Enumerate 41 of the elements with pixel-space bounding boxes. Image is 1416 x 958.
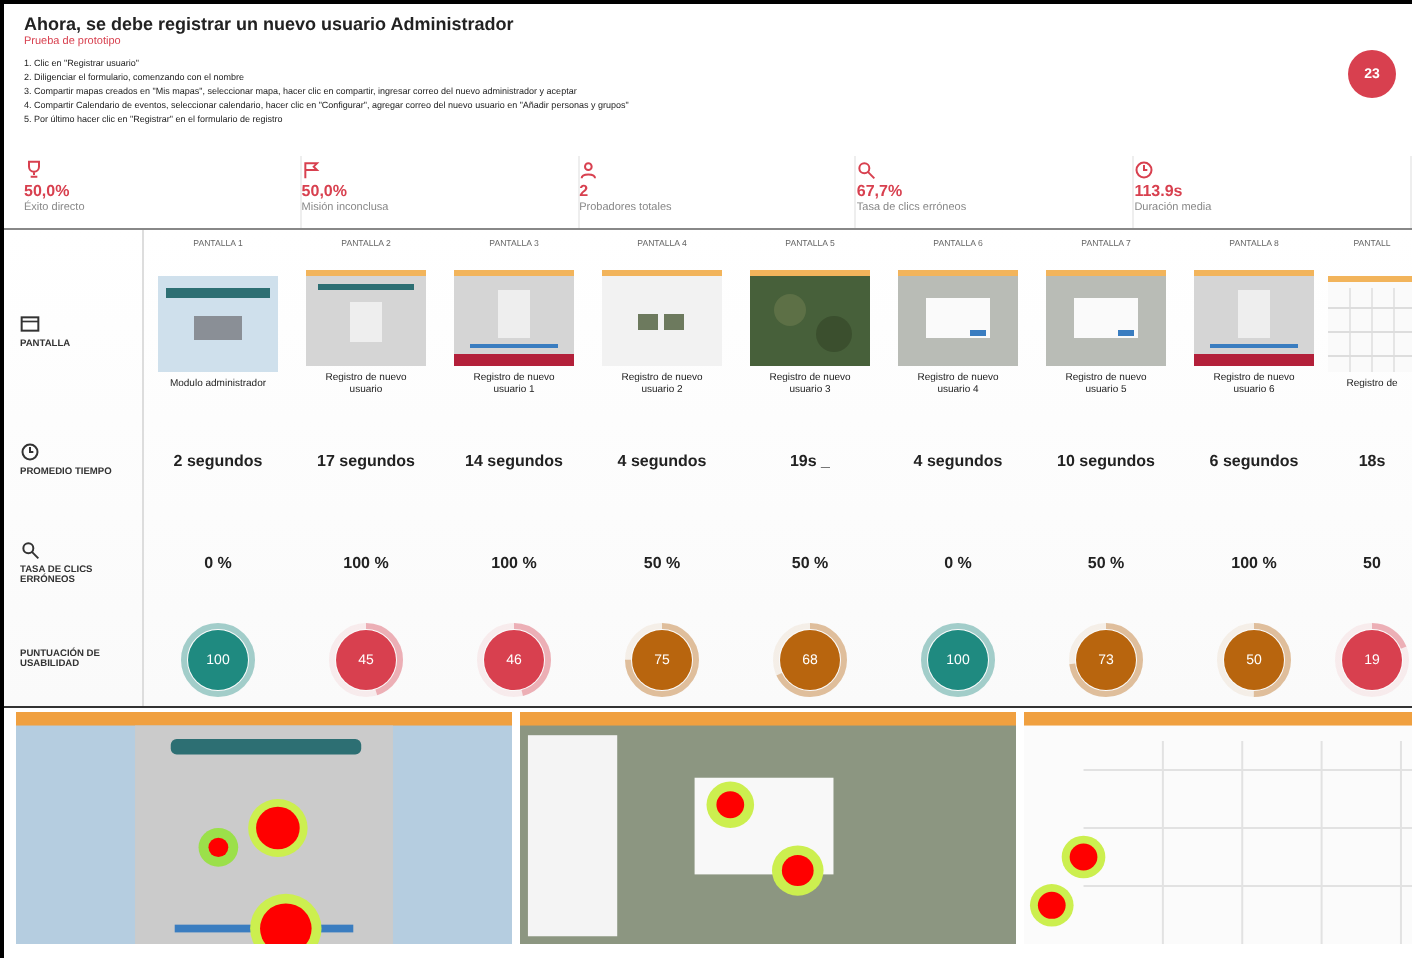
error-rate-value: 0 % bbox=[944, 553, 972, 571]
error-rate-value: 50 bbox=[1363, 553, 1381, 571]
magnifier-icon bbox=[20, 539, 40, 559]
time-value: 6 segundos bbox=[1209, 451, 1299, 469]
error-rate-value: 100 % bbox=[1231, 553, 1277, 571]
metric-value: 67,7% bbox=[856, 182, 905, 200]
screen-thumbnail bbox=[1328, 275, 1412, 371]
person-icon bbox=[579, 160, 600, 180]
error-rate-value: 100 % bbox=[343, 553, 389, 571]
time-value: 14 segundos bbox=[465, 451, 563, 469]
error-rate-value: 0 % bbox=[204, 553, 232, 571]
metric-value: 50,0% bbox=[24, 182, 72, 200]
time-value: 10 segundos bbox=[1057, 451, 1155, 469]
time-value: 19s _ bbox=[789, 451, 831, 469]
screen-thumbnail bbox=[306, 269, 426, 365]
time-value: 17 segundos bbox=[317, 451, 415, 469]
metric-value: 2 bbox=[579, 182, 591, 200]
flag-icon bbox=[301, 160, 322, 180]
trophy-icon bbox=[24, 160, 44, 180]
time-value: 2 segundos bbox=[173, 451, 263, 469]
clock-icon bbox=[20, 442, 40, 462]
screen-thumbnail bbox=[158, 275, 278, 371]
window-icon bbox=[20, 314, 40, 334]
screen-thumbnail bbox=[602, 269, 722, 365]
time-value: 4 segundos bbox=[617, 451, 707, 469]
screen-thumbnail bbox=[750, 269, 870, 365]
metric-value: 50,0% bbox=[301, 182, 349, 200]
screen-thumbnail bbox=[898, 269, 1018, 365]
screen-thumbnail bbox=[1194, 269, 1314, 365]
page-title: Ahora, se debe registrar un nuevo usuario Administrador bbox=[24, 14, 516, 34]
metric-value: 113.9s bbox=[1134, 182, 1185, 200]
error-rate-value: 50 % bbox=[643, 553, 681, 571]
magnifier-icon bbox=[856, 160, 877, 180]
screen-thumbnail bbox=[454, 269, 574, 365]
time-value: 18s bbox=[1358, 451, 1386, 469]
error-rate-value: 50 % bbox=[791, 553, 829, 571]
error-rate-value: 100 % bbox=[491, 553, 537, 571]
screen-thumbnail bbox=[1046, 269, 1166, 365]
time-value: 4 segundos bbox=[913, 451, 1003, 469]
clock-icon bbox=[1134, 160, 1155, 180]
error-rate-value: 50 % bbox=[1087, 553, 1125, 571]
